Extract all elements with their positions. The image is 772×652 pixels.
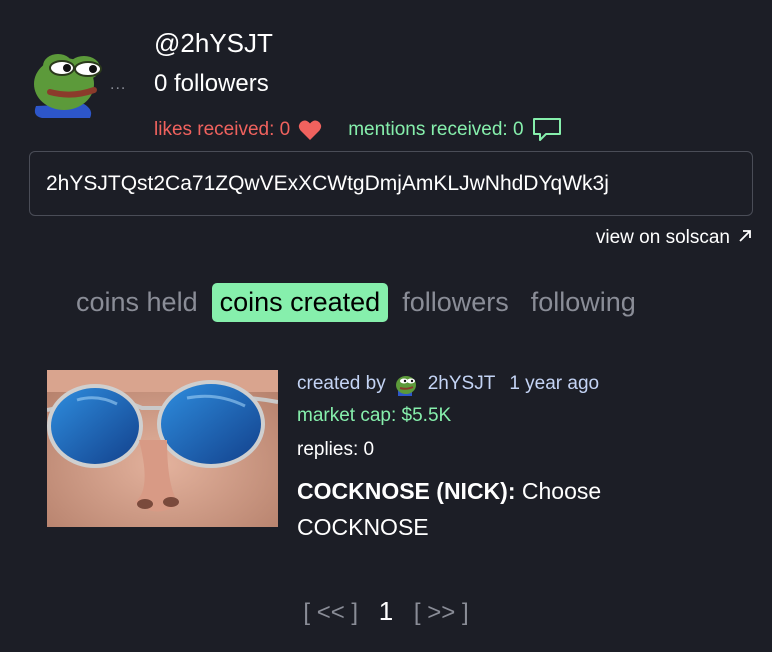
replies-count: replies: 0: [297, 439, 375, 460]
solscan-label: view on solscan: [595, 227, 730, 248]
tab-coins-created[interactable]: coins created: [211, 283, 389, 322]
creator-handle-link[interactable]: 2hYSJT: [428, 373, 496, 395]
created-by-label: created by: [297, 373, 386, 394]
tab-followers[interactable]: followers: [394, 283, 517, 322]
avatar-more-dots: ...: [110, 76, 127, 93]
mentions-received: mentions received: 0: [348, 119, 524, 140]
followers-count: 0 followers: [154, 70, 269, 97]
pagination: [ << ] 1 [ >> ]: [0, 596, 772, 627]
wallet-address-box[interactable]: 2hYSJTQst2Ca71ZQwVExXCWtgDmjAmKLJwNhdDYq…: [29, 151, 753, 216]
coin-image[interactable]: [47, 370, 278, 527]
profile-tabs: coins held coins created followers follo…: [76, 283, 650, 322]
tab-following[interactable]: following: [523, 283, 644, 322]
wallet-address: 2hYSJTQst2Ca71ZQwVExXCWtgDmjAmKLJwNhdDYq…: [46, 171, 609, 195]
creator-avatar-icon: [394, 372, 418, 396]
creator-line: created by 2hYSJT 1 year ago: [297, 370, 737, 398]
prev-page-button[interactable]: [ << ]: [303, 599, 358, 626]
chat-bubble-icon: [532, 117, 562, 143]
profile-stats: likes received: 0 mentions received: 0: [154, 117, 562, 143]
coin-card[interactable]: created by 2hYSJT 1 year ago market cap:…: [297, 370, 737, 545]
current-page: 1: [378, 596, 394, 626]
tab-coins-held[interactable]: coins held: [76, 283, 206, 322]
created-time: 1 year ago: [509, 373, 600, 394]
profile-username: @2hYSJT: [154, 28, 273, 58]
profile-avatar: [28, 40, 108, 118]
coin-name: COCKNOSE (NICK):: [297, 478, 516, 504]
external-link-icon: [738, 228, 752, 248]
view-on-solscan-link[interactable]: view on solscan: [596, 227, 752, 249]
next-page-button[interactable]: [ >> ]: [414, 599, 469, 626]
coin-title: COCKNOSE (NICK): Choose COCKNOSE: [297, 473, 737, 545]
likes-received: likes received: 0: [154, 119, 291, 140]
heart-icon: [298, 119, 322, 141]
market-cap: market cap: $5.5K: [297, 405, 452, 426]
